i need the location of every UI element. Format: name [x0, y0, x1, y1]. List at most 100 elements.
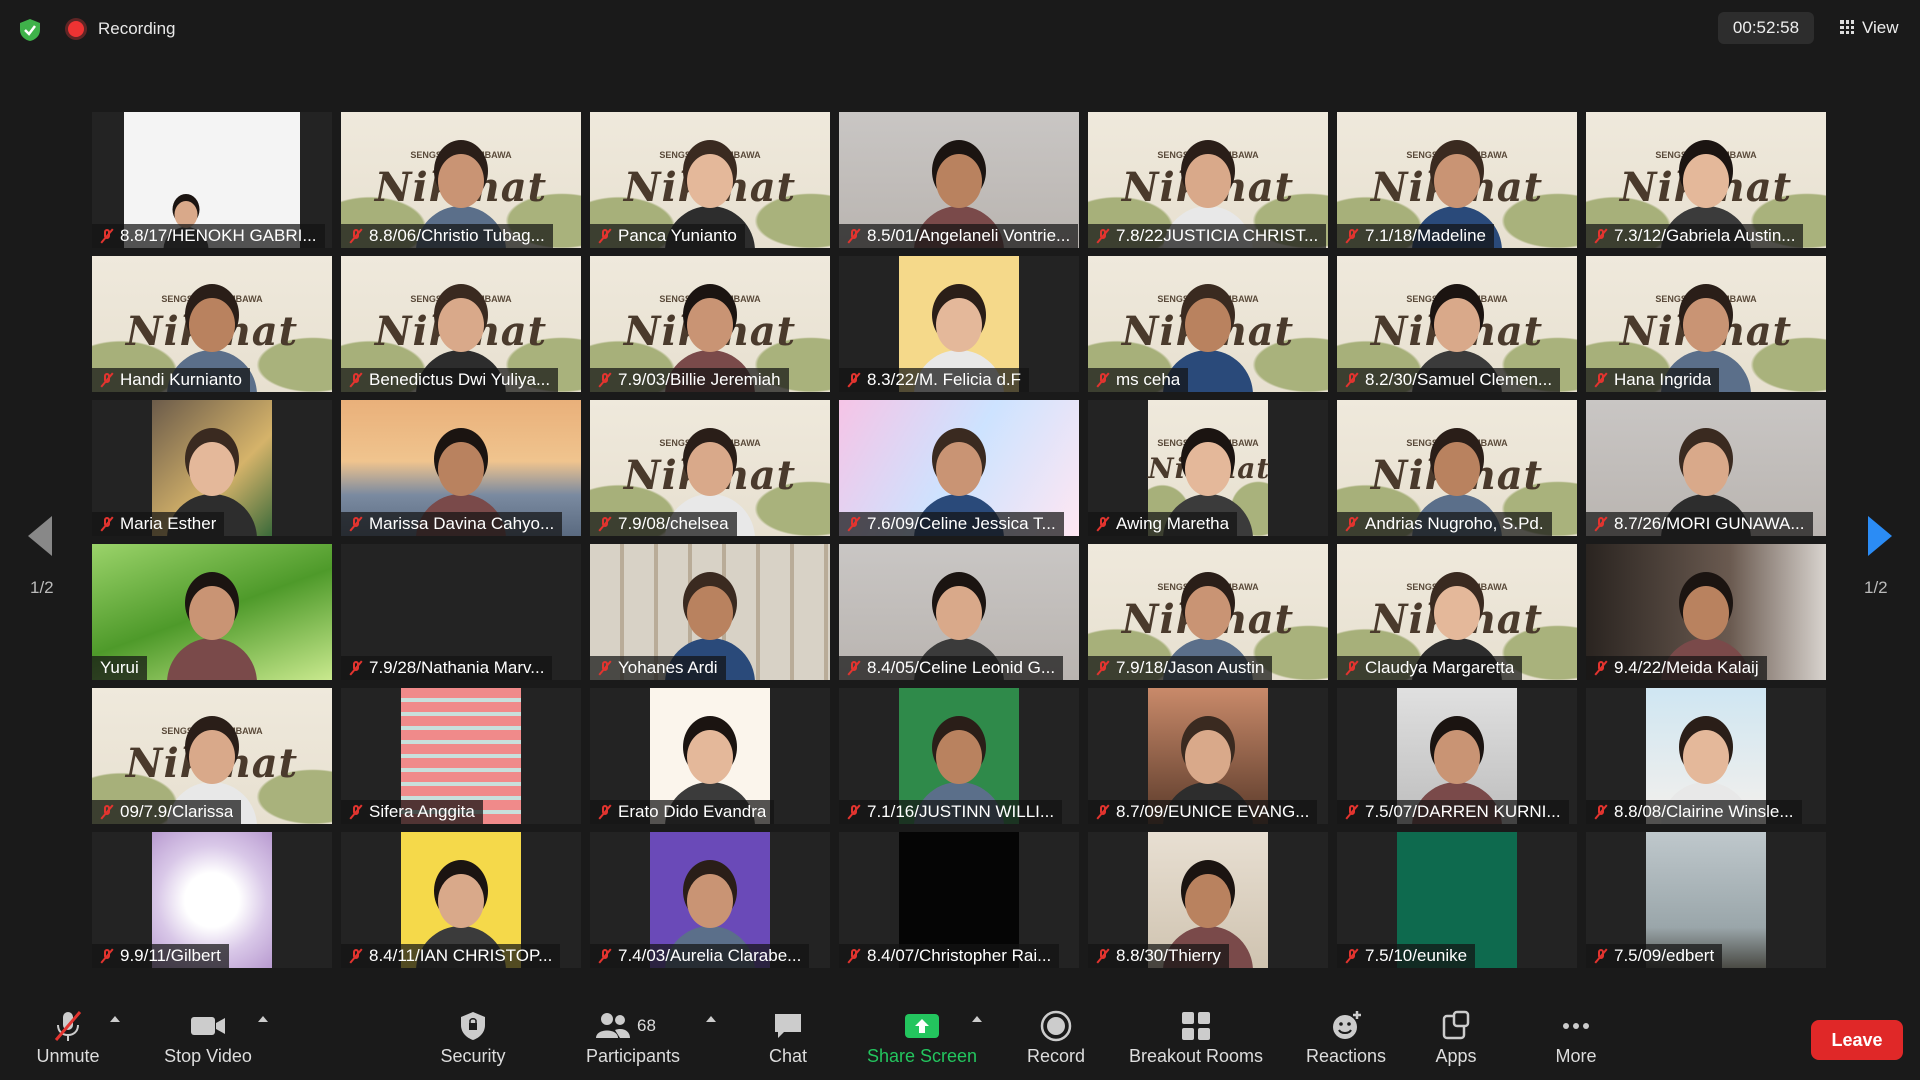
participant-tile[interactable]: 7.1/16/JUSTINN WILLI...: [839, 688, 1079, 824]
participant-name: Yohanes Ardi: [618, 658, 718, 677]
participant-tile[interactable]: 8.7/09/EUNICE EVANG...: [1088, 688, 1328, 824]
reactions-button[interactable]: Reactions: [1296, 1008, 1396, 1076]
participant-tile[interactable]: SENGSARA MEMBAWANikmat09/7.9/Clarissa: [92, 688, 332, 824]
participant-tile[interactable]: 8.8/30/Thierry: [1088, 832, 1328, 968]
share-screen-button[interactable]: Share Screen: [862, 1008, 982, 1076]
view-button-label: View: [1862, 18, 1899, 37]
participants-options-chevron-up-icon[interactable]: [706, 1016, 716, 1022]
participant-name-bar: 7.5/10/eunike: [1337, 944, 1476, 968]
record-button[interactable]: Record: [1016, 1008, 1096, 1076]
recording-label[interactable]: Recording: [98, 19, 176, 39]
participant-tile[interactable]: SENGSARA MEMBAWANikmatPanca Yunianto: [590, 112, 830, 248]
reactions-smiley-icon: [1333, 1011, 1361, 1039]
participant-tile[interactable]: SENGSARA MEMBAWANikmatms ceha: [1088, 256, 1328, 392]
next-page-arrow-icon[interactable]: [1868, 516, 1892, 556]
participant-tile[interactable]: 7.5/09/edbert: [1586, 832, 1826, 968]
participant-name-bar: Awing Maretha: [1088, 512, 1238, 536]
participant-name-bar: Hana Ingrida: [1586, 368, 1720, 392]
participant-tile[interactable]: SENGSARA MEMBAWANikmat8.2/30/Samuel Clem…: [1337, 256, 1577, 392]
participant-tile[interactable]: SENGSARA MEMBAWANikmatHandi Kurnianto: [92, 256, 332, 392]
audio-options-chevron-up-icon[interactable]: [110, 1016, 120, 1022]
participant-tile[interactable]: 8.8/08/Clairine Winsle...: [1586, 688, 1826, 824]
participant-tile[interactable]: SENGSARA MEMBAWANikmat8.8/06/Christio Tu…: [341, 112, 581, 248]
breakout-rooms-button[interactable]: Breakout Rooms: [1124, 1008, 1268, 1076]
microphone-muted-icon: [54, 1011, 82, 1041]
participant-tile[interactable]: SENGSARA MEMBAWANikmat7.3/12/Gabriela Au…: [1586, 112, 1826, 248]
more-button[interactable]: More: [1536, 1008, 1616, 1076]
participant-name: 7.1/18/Madeline: [1365, 226, 1486, 245]
participant-tile[interactable]: Maria Esther: [92, 400, 332, 536]
participant-tile[interactable]: SENGSARA MEMBAWANikmatAwing Maretha: [1088, 400, 1328, 536]
participant-tile[interactable]: 9.4/22/Meida Kalaij: [1586, 544, 1826, 680]
participant-tile[interactable]: 8.4/05/Celine Leonid G...: [839, 544, 1079, 680]
chat-button[interactable]: Chat: [748, 1008, 828, 1076]
share-options-chevron-up-icon[interactable]: [972, 1016, 982, 1022]
participant-tile[interactable]: SENGSARA MEMBAWANikmat7.9/08/chelsea: [590, 400, 830, 536]
participant-tile[interactable]: 7.4/03/Aurelia Clarabe...: [590, 832, 830, 968]
participant-tile[interactable]: 9.9/11/Gilbert: [92, 832, 332, 968]
participant-tile[interactable]: SENGSARA MEMBAWANikmat7.9/18/Jason Austi…: [1088, 544, 1328, 680]
participant-tile[interactable]: Erato Dido Evandra: [590, 688, 830, 824]
participant-tile[interactable]: 7.5/10/eunike: [1337, 832, 1577, 968]
microphone-muted-icon: [1345, 804, 1359, 820]
security-button[interactable]: Security: [433, 1008, 513, 1076]
participant-tile[interactable]: Marissa Davina Cahyo...: [341, 400, 581, 536]
participant-tile[interactable]: 7.9/28/Nathania Marv...: [341, 544, 581, 680]
participant-tile[interactable]: 8.8/17/HENOKH GABRI...: [92, 112, 332, 248]
unmute-button[interactable]: Unmute: [28, 1008, 108, 1076]
participant-name-bar: 7.3/12/Gabriela Austin...: [1586, 224, 1804, 248]
participant-name-bar: 8.4/11/IAN CHRISTOP...: [341, 944, 561, 968]
participant-tile[interactable]: 8.5/01/Angelaneli Vontrie...: [839, 112, 1079, 248]
unmute-label: Unmute: [36, 1046, 100, 1066]
video-options-chevron-up-icon[interactable]: [258, 1016, 268, 1022]
participant-name-bar: 7.1/16/JUSTINN WILLI...: [839, 800, 1063, 824]
record-icon: [1040, 1010, 1072, 1042]
stop-video-button[interactable]: Stop Video: [158, 1008, 258, 1076]
participant-name: 8.3/22/M. Felicia d.F: [867, 370, 1022, 389]
participants-icon: [596, 1013, 630, 1038]
participant-name: 8.7/26/MORI GUNAWA...: [1614, 514, 1805, 533]
microphone-muted-icon: [100, 948, 114, 964]
participant-tile[interactable]: 8.4/07/Christopher Rai...: [839, 832, 1079, 968]
participant-tile[interactable]: Sifera Anggita: [341, 688, 581, 824]
participant-tile[interactable]: 8.7/26/MORI GUNAWA...: [1586, 400, 1826, 536]
participant-tile[interactable]: 7.5/07/DARREN KURNI...: [1337, 688, 1577, 824]
participant-tile[interactable]: SENGSARA MEMBAWANikmatBenedictus Dwi Yul…: [341, 256, 581, 392]
view-button[interactable]: View: [1830, 12, 1909, 44]
participant-name-bar: Benedictus Dwi Yuliya...: [341, 368, 559, 392]
microphone-muted-icon: [349, 516, 363, 532]
apps-button[interactable]: Apps: [1416, 1008, 1496, 1076]
microphone-muted-icon: [349, 228, 363, 244]
participant-tile[interactable]: SENGSARA MEMBAWANikmat7.8/22JUSTICIA CHR…: [1088, 112, 1328, 248]
previous-page-arrow-icon[interactable]: [28, 516, 52, 556]
participant-tile[interactable]: SENGSARA MEMBAWANikmatClaudya Margaretta: [1337, 544, 1577, 680]
leave-meeting-button[interactable]: Leave: [1811, 1020, 1903, 1060]
participant-tile[interactable]: Yohanes Ardi: [590, 544, 830, 680]
microphone-muted-icon: [847, 228, 861, 244]
participant-name: 8.4/05/Celine Leonid G...: [867, 658, 1056, 677]
participant-name-bar: 8.2/30/Samuel Clemen...: [1337, 368, 1561, 392]
more-label: More: [1555, 1046, 1597, 1066]
participant-tile[interactable]: SENGSARA MEMBAWANikmatAndrias Nugroho, S…: [1337, 400, 1577, 536]
participant-name-bar: 09/7.9/Clarissa: [92, 800, 242, 824]
participant-tile[interactable]: 8.4/11/IAN CHRISTOP...: [341, 832, 581, 968]
participant-name: 8.8/08/Clairine Winsle...: [1614, 802, 1794, 821]
security-shield-icon[interactable]: [17, 17, 43, 43]
participant-name: Maria Esther: [120, 514, 217, 533]
participant-name: 8.8/17/HENOKH GABRI...: [120, 226, 317, 245]
participant-tile[interactable]: Yurui: [92, 544, 332, 680]
participants-button[interactable]: 68 Participants: [578, 1008, 688, 1076]
microphone-muted-icon: [598, 516, 612, 532]
participant-name: 7.5/10/eunike: [1365, 946, 1468, 965]
participant-tile[interactable]: 7.6/09/Celine Jessica T...: [839, 400, 1079, 536]
participant-tile[interactable]: SENGSARA MEMBAWANikmat7.9/03/Billie Jere…: [590, 256, 830, 392]
participant-name-bar: 7.9/08/chelsea: [590, 512, 737, 536]
microphone-muted-icon: [598, 660, 612, 676]
participant-tile[interactable]: 8.3/22/M. Felicia d.F: [839, 256, 1079, 392]
participant-tile[interactable]: SENGSARA MEMBAWANikmat7.1/18/Madeline: [1337, 112, 1577, 248]
participant-name: 9.4/22/Meida Kalaij: [1614, 658, 1759, 677]
microphone-muted-icon: [1096, 228, 1110, 244]
participant-tile[interactable]: SENGSARA MEMBAWANikmatHana Ingrida: [1586, 256, 1826, 392]
microphone-muted-icon: [1096, 948, 1110, 964]
participant-name: ms ceha: [1116, 370, 1181, 389]
